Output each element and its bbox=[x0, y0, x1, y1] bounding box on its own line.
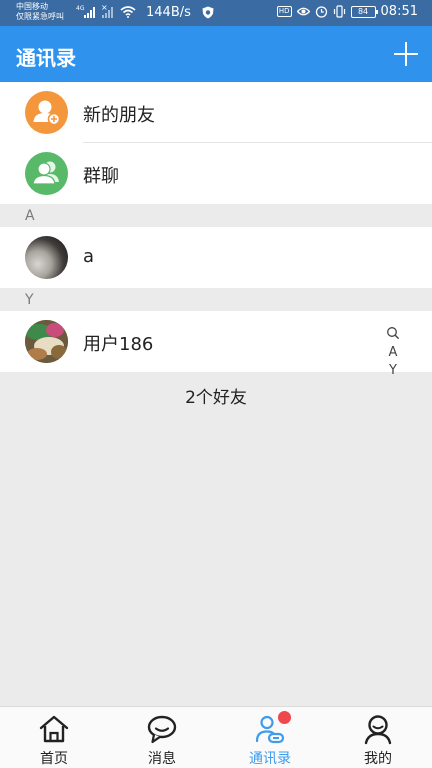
tab-me-label: 我的 bbox=[364, 751, 392, 767]
net-speed: 144B/s bbox=[146, 5, 191, 20]
new-friends-entry[interactable]: 新的朋友 bbox=[0, 82, 432, 143]
tab-contacts-label: 通讯录 bbox=[249, 751, 291, 767]
search-icon[interactable] bbox=[386, 326, 400, 340]
user-icon bbox=[364, 715, 392, 745]
bottom-nav: 首页 消息 通讯录 我的 bbox=[0, 706, 432, 768]
group-chat-entry[interactable]: 群聊 bbox=[0, 143, 432, 204]
home-icon bbox=[39, 715, 69, 743]
chat-bubble-icon bbox=[147, 715, 177, 744]
carrier-name: 中国移动 bbox=[16, 2, 48, 11]
alarm-icon bbox=[315, 6, 327, 18]
tab-contacts[interactable]: 通讯录 bbox=[216, 707, 324, 768]
contacts-badge bbox=[278, 711, 291, 724]
tab-me[interactable]: 我的 bbox=[324, 707, 432, 768]
alphabet-index[interactable]: A Y bbox=[380, 325, 406, 380]
battery-indicator: 84 bbox=[350, 5, 378, 18]
index-letter-y[interactable]: Y bbox=[380, 362, 406, 380]
status-bar: 中国移动 仅限紧急呼叫 4G × 144B/s HD 84 08:51 bbox=[0, 0, 432, 26]
add-friend-button[interactable] bbox=[394, 42, 418, 66]
add-person-icon bbox=[25, 91, 68, 134]
index-letter-a[interactable]: A bbox=[380, 344, 406, 362]
group-icon bbox=[25, 152, 68, 195]
shield-icon bbox=[202, 6, 214, 19]
carrier-status: 仅限紧急呼叫 bbox=[16, 12, 64, 21]
status-right: HD 84 08:51 bbox=[276, 4, 418, 19]
vibrate-icon bbox=[333, 5, 345, 18]
eye-icon bbox=[296, 7, 310, 16]
contact-row[interactable]: 用户186 bbox=[0, 311, 432, 372]
section-header-a: A bbox=[25, 208, 35, 224]
contact-name: 用户186 bbox=[83, 334, 154, 355]
contact-avatar bbox=[25, 236, 68, 279]
hd-badge: HD bbox=[276, 6, 292, 17]
section-header-y: Y bbox=[25, 292, 34, 308]
friend-count: 2个好友 bbox=[185, 388, 247, 408]
signal-icon bbox=[84, 6, 95, 18]
signal-2-icon bbox=[102, 6, 113, 18]
wifi-icon bbox=[120, 6, 136, 18]
group-chat-label: 群聊 bbox=[83, 166, 119, 187]
app-bar: 通讯录 bbox=[0, 26, 432, 82]
tab-home[interactable]: 首页 bbox=[0, 707, 108, 768]
tab-messages-label: 消息 bbox=[148, 751, 176, 767]
carrier-info: 中国移动 仅限紧急呼叫 bbox=[16, 2, 64, 22]
contact-avatar bbox=[25, 320, 68, 363]
tab-messages[interactable]: 消息 bbox=[108, 707, 216, 768]
tab-home-label: 首页 bbox=[40, 751, 68, 767]
contact-row[interactable]: a bbox=[0, 227, 432, 288]
clock: 08:51 bbox=[380, 4, 418, 19]
new-friends-label: 新的朋友 bbox=[83, 105, 155, 126]
page-title: 通讯录 bbox=[16, 46, 76, 70]
contact-name: a bbox=[83, 246, 95, 267]
